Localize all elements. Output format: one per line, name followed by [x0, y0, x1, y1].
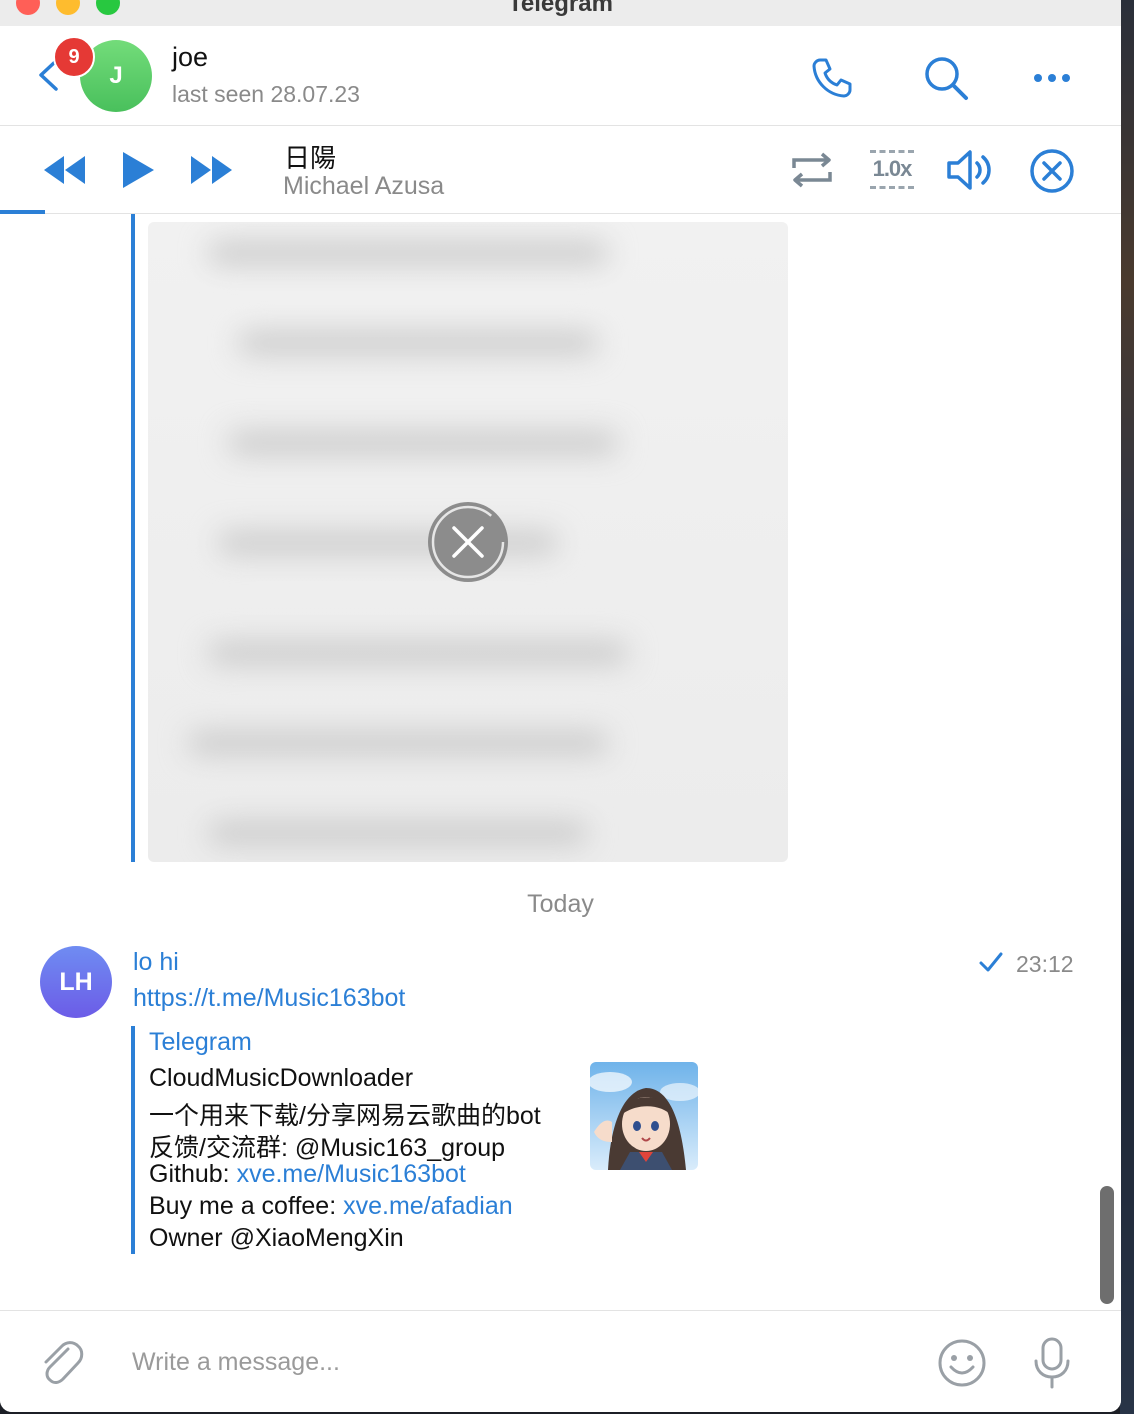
link-preview-github-line: Github: xve.me/Music163bot — [149, 1160, 466, 1189]
window-title: Telegram — [508, 0, 613, 17]
date-separator: Today — [527, 890, 594, 918]
blur-shape — [188, 732, 608, 754]
blur-shape — [208, 242, 608, 264]
link-preview-description-line: 一个用来下载/分享网易云歌曲的bot — [149, 1102, 541, 1130]
blur-shape — [208, 822, 588, 844]
reply-quote-bar — [131, 214, 135, 862]
peer-last-seen: last seen 28.07.23 — [172, 81, 360, 107]
message-composer — [0, 1310, 1121, 1412]
track-artist: Michael Azusa — [283, 172, 445, 200]
speed-decoration-top — [870, 150, 914, 153]
microphone-icon[interactable] — [1030, 1335, 1074, 1391]
scrollbar-thumb[interactable] — [1100, 1186, 1114, 1304]
unread-count-badge: 9 — [53, 36, 95, 78]
link-preview-description-line: 反馈/交流群: @Music163_group — [149, 1134, 506, 1162]
playback-speed-button[interactable]: 1.0x — [868, 156, 916, 182]
peer-name[interactable]: joe — [172, 42, 208, 73]
close-player-icon[interactable] — [1028, 147, 1076, 195]
link-preview-site-name: Telegram — [149, 1028, 252, 1056]
github-label: Github: — [149, 1160, 237, 1188]
message-time: 23:12 — [1016, 951, 1074, 977]
github-link[interactable]: xve.me/Music163bot — [237, 1160, 466, 1188]
blur-shape — [238, 332, 598, 354]
next-track-icon[interactable] — [188, 152, 236, 188]
sender-name[interactable]: lo hi — [133, 948, 179, 977]
link-preview-coffee-line: Buy me a coffee: xve.me/afadian — [149, 1192, 513, 1221]
link-preview-owner-line: Owner @XiaoMengXin — [149, 1224, 404, 1252]
previous-track-icon[interactable] — [40, 152, 88, 188]
telegram-window: Telegram J 9 joe last seen 28.07.23 日陽 M… — [0, 0, 1121, 1412]
play-icon[interactable] — [120, 150, 156, 190]
cancel-download-icon[interactable] — [428, 502, 508, 582]
message-input[interactable] — [130, 1341, 894, 1383]
message-list[interactable]: Today LH lo hi 23:12 https://t.me/Music1… — [0, 214, 1121, 1310]
more-options-icon[interactable] — [1028, 54, 1076, 102]
blur-shape — [228, 432, 618, 454]
search-icon[interactable] — [922, 54, 970, 102]
chat-header: J 9 joe last seen 28.07.23 — [0, 26, 1121, 126]
title-bar: Telegram — [0, 0, 1121, 27]
afadian-link[interactable]: xve.me/afadian — [343, 1192, 513, 1220]
sender-avatar[interactable]: LH — [40, 946, 112, 1018]
blur-shape — [208, 642, 628, 664]
attach-paperclip-icon[interactable] — [38, 1337, 84, 1387]
message-link[interactable]: https://t.me/Music163bot — [133, 984, 405, 1013]
phone-call-icon[interactable] — [808, 54, 856, 102]
link-preview-bar — [131, 1026, 135, 1254]
coffee-label: Buy me a coffee: — [149, 1192, 344, 1220]
link-preview-thumbnail[interactable] — [590, 1062, 698, 1170]
emoji-icon[interactable] — [936, 1337, 988, 1389]
desktop-background — [1120, 0, 1134, 1414]
sent-check-icon — [979, 952, 1003, 972]
repeat-icon[interactable] — [788, 150, 836, 190]
link-preview-title: CloudMusicDownloader — [149, 1064, 414, 1092]
volume-icon[interactable] — [944, 148, 998, 192]
speed-decoration-bottom — [870, 186, 914, 189]
track-title: 日陽 — [284, 143, 337, 173]
audio-player-bar: 日陽 Michael Azusa 1.0x — [0, 126, 1121, 214]
